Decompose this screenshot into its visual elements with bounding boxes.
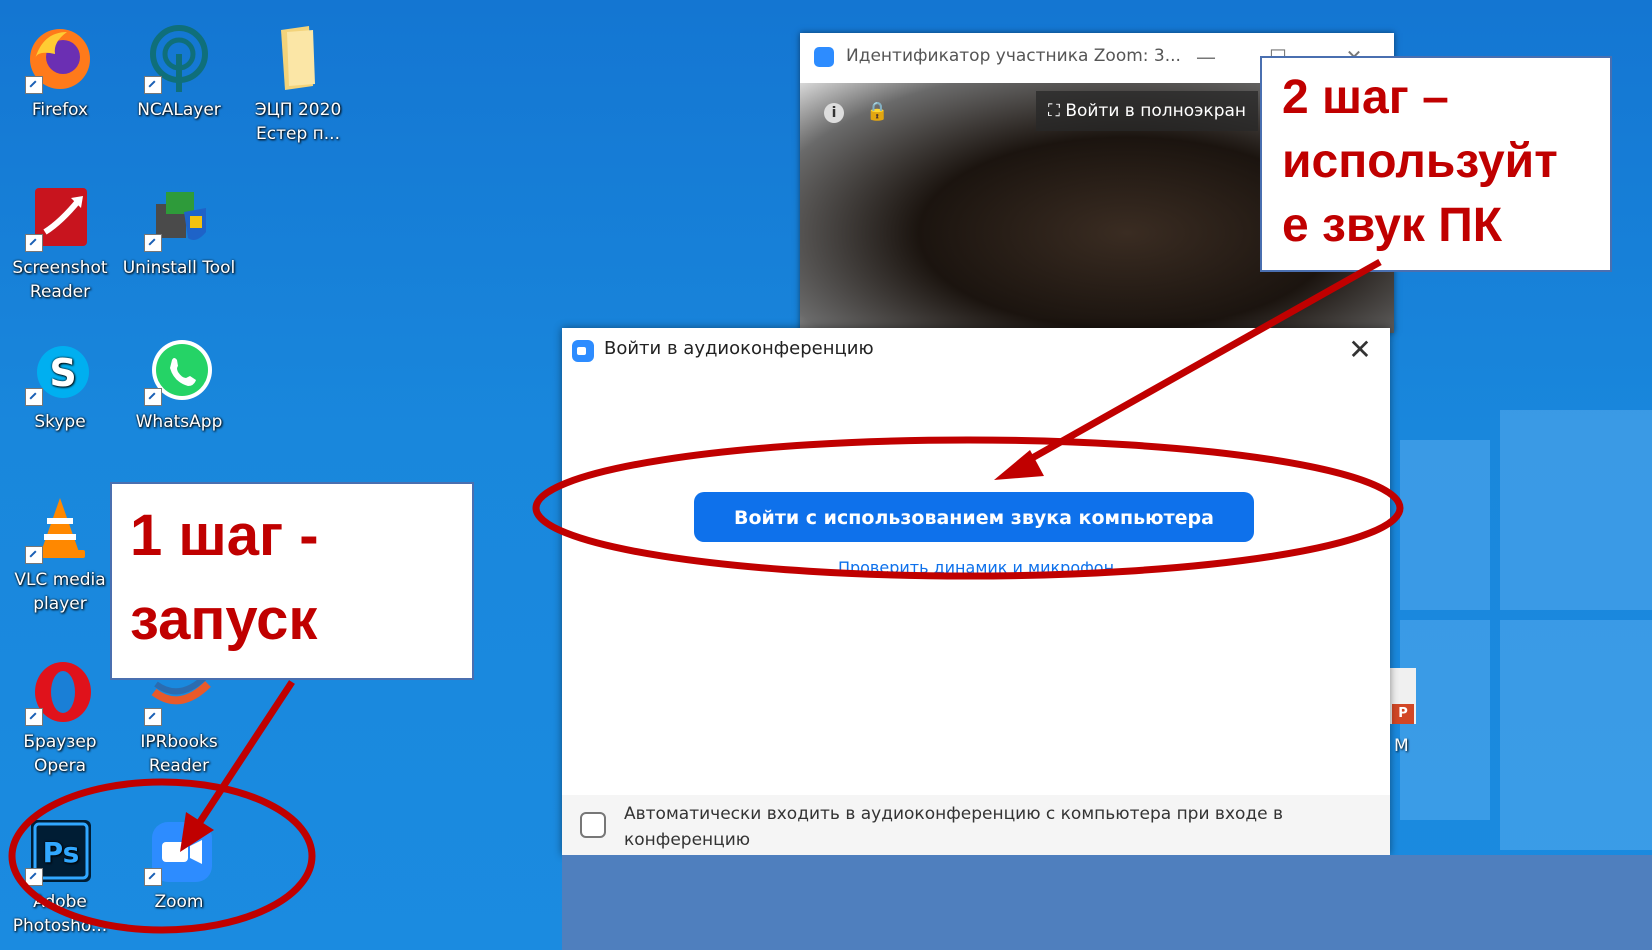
ncalayer-icon (144, 24, 214, 94)
uninstall-tool-icon (144, 182, 214, 252)
desktop-icon-label: WhatsApp (135, 412, 223, 432)
photoshop-icon: Ps (25, 816, 95, 886)
desktop-icon-photoshop[interactable]: Ps Adobe Photosho... (2, 816, 118, 938)
desktop-icon-label: IPRbooks Reader (140, 732, 218, 776)
whatsapp-icon (144, 336, 214, 406)
annotation-step2: 2 шаг – используйт е звук ПК (1260, 56, 1612, 272)
desktop-icon-label: ЭЦП 2020 Естер п... (254, 100, 342, 144)
svg-text:S: S (49, 351, 76, 395)
desktop-icon-skype[interactable]: S Skype (2, 336, 118, 434)
fullscreen-label: Войти в полноэкран (1065, 101, 1247, 121)
fullscreen-icon: ⛶ (1048, 101, 1066, 121)
auto-join-checkbox[interactable] (580, 812, 606, 838)
zoom-logo-icon (572, 340, 594, 362)
folder-icon (263, 24, 333, 94)
screenshot-reader-icon (25, 182, 95, 252)
annotation-text: используйт (1282, 135, 1558, 188)
zoom-icon (144, 816, 214, 886)
desktop-icon-label: Браузер Opera (23, 732, 97, 776)
windows-logo-pane (1500, 410, 1652, 610)
svg-text:Ps: Ps (43, 836, 80, 869)
lock-icon[interactable]: 🔒 (866, 102, 888, 122)
screenshot-stage: Firefox NCALayer ЭЦП 2020 Естер п... Scr… (0, 0, 1652, 950)
desktop-icon-label: Uninstall Tool (122, 258, 236, 278)
desktop-icon-label: Adobe Photosho... (12, 892, 108, 936)
desktop-icon-label: Skype (34, 412, 86, 432)
info-icon[interactable]: i (824, 103, 844, 123)
desktop-icon-label: Firefox (31, 100, 89, 120)
desktop-icon-whatsapp[interactable]: WhatsApp (121, 336, 237, 434)
close-icon[interactable]: ✕ (1344, 334, 1376, 366)
desktop-icon-ncalayer[interactable]: NCALayer (121, 24, 237, 122)
dialog-titlebar[interactable]: Войти в аудиоконференцию ✕ (562, 328, 1390, 372)
annotation-text: запуск (130, 587, 318, 652)
desktop-icon-label: Zoom (154, 892, 204, 912)
desktop-icon-label-partial: M (1394, 736, 1409, 756)
dialog-footer: Автоматически входить в аудиоконференцию… (562, 795, 1390, 855)
join-computer-audio-button[interactable]: Войти с использованием звука компьютера (694, 492, 1254, 542)
background-window-area (562, 855, 1652, 950)
powerpoint-icon: P (1390, 668, 1416, 724)
desktop-icon-zoom[interactable]: Zoom (121, 816, 237, 914)
firefox-icon (25, 24, 95, 94)
desktop-icon-folder[interactable]: ЭЦП 2020 Естер п... (240, 24, 356, 146)
desktop-icon-firefox[interactable]: Firefox (2, 24, 118, 122)
desktop-icon-label: VLC media player (14, 570, 106, 614)
desktop-icon-label: Screenshot Reader (12, 258, 108, 302)
audio-conference-dialog[interactable]: Войти в аудиоконференцию ✕ Войти с испол… (562, 328, 1390, 855)
fullscreen-button[interactable]: ⛶ Войти в полноэкран (1036, 91, 1259, 131)
skype-icon: S (25, 336, 95, 406)
desktop-icon-screenshot-reader[interactable]: Screenshot Reader (2, 182, 118, 304)
opera-icon (25, 656, 95, 726)
windows-logo-pane (1400, 440, 1490, 610)
windows-logo-pane (1500, 620, 1652, 850)
vlc-icon (25, 494, 95, 564)
desktop-icon-vlc[interactable]: VLC media player (2, 494, 118, 616)
test-speaker-mic-link[interactable]: Проверить динамик и микрофон (562, 558, 1390, 577)
video-window-title: Идентификатор участника Zoom: 3... (846, 46, 1181, 66)
auto-join-label[interactable]: Автоматически входить в аудиоконференцию… (624, 801, 1354, 853)
minimize-icon[interactable]: — (1188, 43, 1224, 71)
annotation-step1: 1 шаг - запуск (110, 482, 474, 680)
annotation-text: 2 шаг – (1282, 71, 1449, 124)
desktop-icon-label: NCALayer (137, 100, 221, 120)
annotation-text: 1 шаг - (130, 503, 319, 568)
zoom-logo-icon (814, 47, 834, 67)
desktop-icon-uninstall-tool[interactable]: Uninstall Tool (121, 182, 237, 280)
dialog-title: Войти в аудиоконференцию (604, 338, 874, 359)
desktop-icon-opera[interactable]: Браузер Opera (2, 656, 118, 778)
annotation-text: е звук ПК (1282, 199, 1503, 252)
